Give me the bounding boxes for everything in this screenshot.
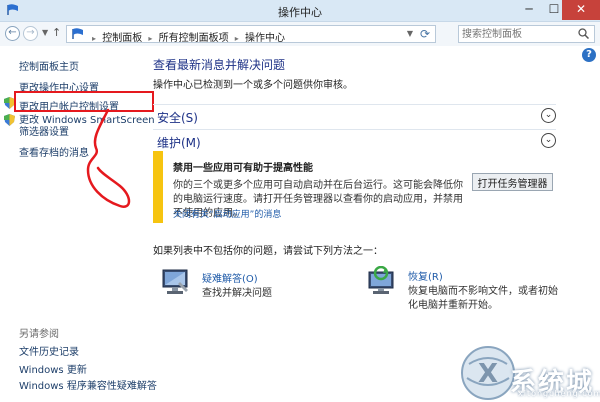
section-maintenance[interactable]: 维护(M) ⌄ (153, 129, 556, 151)
startup-apps-alert: 禁用一些应用可有助于提高性能 你的三个或更多个应用可自动启动并在后台运行。这可能… (153, 151, 558, 223)
alert-heading: 禁用一些应用可有助于提高性能 (173, 163, 313, 174)
search-icon[interactable] (578, 28, 589, 39)
troubleshooting-link[interactable]: 疑难解答(O) (202, 270, 258, 285)
refresh-icon[interactable]: ⟳ (420, 27, 430, 41)
minimize-button[interactable]: ─ (515, 0, 543, 20)
turn-off-messages-link[interactable]: 关闭有关“启动应用”的消息 (173, 207, 281, 220)
uac-shield-icon (4, 114, 15, 126)
troubleshooting-description: 查找并解决问题 (202, 288, 272, 299)
watermark-globe-logo: X (461, 346, 515, 400)
address-bar[interactable]: ▸ 控制面板 ▸ 所有控制面板项 ▸ 操作中心 ▼ ⟳ (66, 25, 436, 44)
smartscreen-line2: 筛选器设置 (19, 127, 69, 138)
help-icon[interactable]: ? (582, 48, 596, 62)
recovery-monitor-icon (368, 266, 394, 294)
control-panel-flag-icon (72, 28, 83, 39)
sidebar-item-file-history[interactable]: 文件历史记录 (19, 343, 79, 358)
section-maintenance-label[interactable]: 维护(M) (157, 134, 201, 151)
search-box[interactable] (458, 25, 595, 43)
sidebar-item-view-archived[interactable]: 查看存档的消息 (19, 144, 89, 159)
up-button[interactable]: ↑ (52, 26, 61, 39)
breadcrumb-action-center[interactable]: 操作中心 (245, 33, 285, 44)
close-button[interactable]: ✕ (562, 0, 600, 20)
sidebar-item-control-panel-home[interactable]: 控制面板主页 (19, 58, 79, 73)
watermark-url: xitongcheng.com (518, 389, 600, 398)
breadcrumb: ▸ 控制面板 ▸ 所有控制面板项 ▸ 操作中心 (89, 29, 285, 44)
address-dropdown-icon[interactable]: ▼ (407, 29, 413, 38)
alternatives-prompt: 如果列表中不包括你的问题，请尝试下列方法之一： (153, 246, 383, 257)
chevron-down-icon[interactable]: ⌄ (541, 108, 556, 123)
title-bar: 操作中心 ─ ☐ ✕ (0, 0, 600, 22)
breadcrumb-separator: ▸ (148, 34, 153, 43)
breadcrumb-separator: ▸ (92, 34, 97, 43)
breadcrumb-all-items[interactable]: 所有控制面板项 (159, 33, 229, 44)
see-also-heading: 另请参阅 (19, 329, 59, 340)
alert-severity-bar (153, 151, 163, 223)
recent-pages-dropdown[interactable]: ▼ (42, 28, 48, 37)
page-title: 查看最新消息并解决问题 (153, 58, 286, 72)
breadcrumb-separator: ▸ (234, 34, 239, 43)
back-button[interactable]: ← (5, 26, 20, 41)
breadcrumb-control-panel[interactable]: 控制面板 (102, 33, 142, 44)
chevron-down-icon[interactable]: ⌄ (541, 133, 556, 148)
troubleshooting-monitor-icon (162, 269, 188, 294)
svg-text:X: X (478, 359, 498, 389)
page-subtitle: 操作中心已检测到一个或多个问题供你审核。 (153, 80, 353, 91)
forward-button[interactable]: → (23, 26, 38, 41)
window-title: 操作中心 (278, 6, 322, 19)
section-security[interactable]: 安全(S) ⌄ (153, 104, 556, 126)
navigation-bar: ← → ▼ ↑ ▸ 控制面板 ▸ 所有控制面板项 ▸ 操作中心 ▼ ⟳ (0, 22, 600, 46)
sidebar-item-compat-troubleshooter[interactable]: Windows 程序兼容性疑难解答 (19, 377, 157, 392)
sidebar-item-windows-update[interactable]: Windows 更新 (19, 361, 87, 376)
open-task-manager-button[interactable]: 打开任务管理器 (472, 173, 553, 191)
recovery-description: 恢复电脑而不影响文件，或者初始 化电脑并重新开始。 (408, 285, 558, 313)
recovery-description-line2: 化电脑并重新开始。 (408, 300, 498, 311)
section-security-label[interactable]: 安全(S) (157, 109, 198, 126)
recovery-link[interactable]: 恢复(R) (408, 268, 443, 283)
recovery-description-line1: 恢复电脑而不影响文件，或者初始 (408, 286, 558, 297)
annotation-scribble (86, 108, 131, 208)
search-input[interactable] (462, 27, 572, 41)
